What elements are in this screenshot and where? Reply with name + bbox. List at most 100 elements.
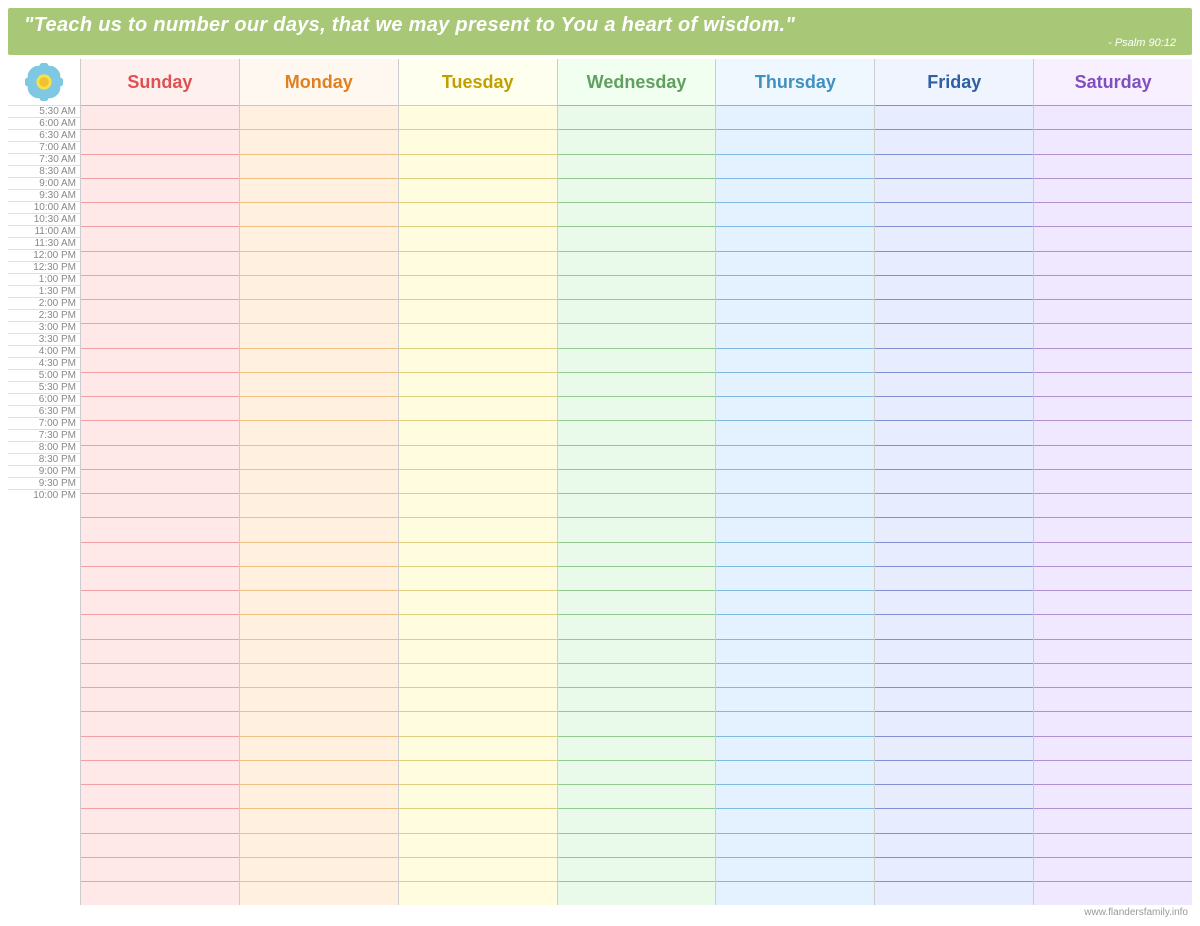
day-cell[interactable] bbox=[875, 299, 1033, 323]
day-col-tuesday[interactable] bbox=[398, 105, 557, 905]
day-cell[interactable] bbox=[875, 348, 1033, 372]
day-cell[interactable] bbox=[399, 663, 557, 687]
day-cell[interactable] bbox=[1034, 154, 1192, 178]
day-cell[interactable] bbox=[1034, 614, 1192, 638]
day-cell[interactable] bbox=[875, 663, 1033, 687]
day-cell[interactable] bbox=[875, 590, 1033, 614]
day-cell[interactable] bbox=[240, 299, 398, 323]
day-cell[interactable] bbox=[558, 760, 716, 784]
day-cell[interactable] bbox=[1034, 760, 1192, 784]
day-cell[interactable] bbox=[81, 881, 239, 905]
day-cell[interactable] bbox=[558, 493, 716, 517]
day-cell[interactable] bbox=[875, 542, 1033, 566]
day-cell[interactable] bbox=[240, 493, 398, 517]
day-cell[interactable] bbox=[240, 445, 398, 469]
day-cell[interactable] bbox=[558, 833, 716, 857]
day-cell[interactable] bbox=[875, 420, 1033, 444]
day-cell[interactable] bbox=[558, 323, 716, 347]
day-cell[interactable] bbox=[399, 396, 557, 420]
day-cell[interactable] bbox=[716, 881, 874, 905]
day-cell[interactable] bbox=[875, 833, 1033, 857]
day-cell[interactable] bbox=[875, 639, 1033, 663]
day-cell[interactable] bbox=[716, 372, 874, 396]
day-cell[interactable] bbox=[240, 881, 398, 905]
day-cell[interactable] bbox=[399, 178, 557, 202]
day-cell[interactable] bbox=[240, 808, 398, 832]
day-cell[interactable] bbox=[1034, 275, 1192, 299]
day-cell[interactable] bbox=[716, 129, 874, 153]
day-cell[interactable] bbox=[875, 372, 1033, 396]
day-cell[interactable] bbox=[558, 348, 716, 372]
day-cell[interactable] bbox=[875, 736, 1033, 760]
day-cell[interactable] bbox=[716, 857, 874, 881]
day-cell[interactable] bbox=[1034, 711, 1192, 735]
day-cell[interactable] bbox=[81, 711, 239, 735]
day-cell[interactable] bbox=[81, 469, 239, 493]
day-cell[interactable] bbox=[558, 711, 716, 735]
day-cell[interactable] bbox=[716, 711, 874, 735]
day-cell[interactable] bbox=[399, 202, 557, 226]
day-cell[interactable] bbox=[716, 396, 874, 420]
day-cell[interactable] bbox=[240, 129, 398, 153]
day-cell[interactable] bbox=[716, 493, 874, 517]
day-cell[interactable] bbox=[240, 105, 398, 129]
day-cell[interactable] bbox=[875, 202, 1033, 226]
day-cell[interactable] bbox=[399, 323, 557, 347]
day-cell[interactable] bbox=[81, 445, 239, 469]
day-cell[interactable] bbox=[558, 396, 716, 420]
day-cell[interactable] bbox=[558, 105, 716, 129]
day-cell[interactable] bbox=[1034, 202, 1192, 226]
day-cell[interactable] bbox=[81, 784, 239, 808]
day-cell[interactable] bbox=[558, 469, 716, 493]
day-cell[interactable] bbox=[875, 469, 1033, 493]
day-cell[interactable] bbox=[1034, 178, 1192, 202]
day-cell[interactable] bbox=[399, 517, 557, 541]
day-cell[interactable] bbox=[558, 275, 716, 299]
day-cell[interactable] bbox=[81, 857, 239, 881]
day-cell[interactable] bbox=[81, 323, 239, 347]
day-col-wednesday[interactable] bbox=[557, 105, 716, 905]
day-cell[interactable] bbox=[240, 469, 398, 493]
day-cell[interactable] bbox=[716, 687, 874, 711]
day-cell[interactable] bbox=[81, 687, 239, 711]
day-cell[interactable] bbox=[81, 808, 239, 832]
day-cell[interactable] bbox=[558, 517, 716, 541]
day-cell[interactable] bbox=[1034, 420, 1192, 444]
day-cell[interactable] bbox=[399, 784, 557, 808]
day-cell[interactable] bbox=[716, 469, 874, 493]
day-cell[interactable] bbox=[875, 251, 1033, 275]
day-cell[interactable] bbox=[240, 833, 398, 857]
day-cell[interactable] bbox=[81, 372, 239, 396]
day-cell[interactable] bbox=[875, 226, 1033, 250]
day-cell[interactable] bbox=[240, 639, 398, 663]
day-cell[interactable] bbox=[1034, 372, 1192, 396]
day-cell[interactable] bbox=[558, 808, 716, 832]
day-cell[interactable] bbox=[399, 299, 557, 323]
day-cell[interactable] bbox=[558, 881, 716, 905]
day-cell[interactable] bbox=[875, 760, 1033, 784]
day-cell[interactable] bbox=[558, 420, 716, 444]
day-cell[interactable] bbox=[875, 275, 1033, 299]
day-cell[interactable] bbox=[875, 517, 1033, 541]
day-cell[interactable] bbox=[81, 663, 239, 687]
day-cell[interactable] bbox=[1034, 736, 1192, 760]
day-cell[interactable] bbox=[81, 348, 239, 372]
day-cell[interactable] bbox=[716, 226, 874, 250]
day-cell[interactable] bbox=[81, 251, 239, 275]
day-cell[interactable] bbox=[716, 251, 874, 275]
day-cell[interactable] bbox=[240, 736, 398, 760]
day-cell[interactable] bbox=[81, 833, 239, 857]
day-cell[interactable] bbox=[716, 760, 874, 784]
day-cell[interactable] bbox=[558, 736, 716, 760]
day-cell[interactable] bbox=[558, 614, 716, 638]
day-cell[interactable] bbox=[81, 493, 239, 517]
day-cell[interactable] bbox=[716, 590, 874, 614]
day-cell[interactable] bbox=[399, 760, 557, 784]
day-cell[interactable] bbox=[81, 760, 239, 784]
day-cell[interactable] bbox=[399, 348, 557, 372]
day-cell[interactable] bbox=[558, 129, 716, 153]
day-cell[interactable] bbox=[716, 445, 874, 469]
day-cell[interactable] bbox=[1034, 445, 1192, 469]
day-cell[interactable] bbox=[81, 542, 239, 566]
day-cell[interactable] bbox=[81, 154, 239, 178]
